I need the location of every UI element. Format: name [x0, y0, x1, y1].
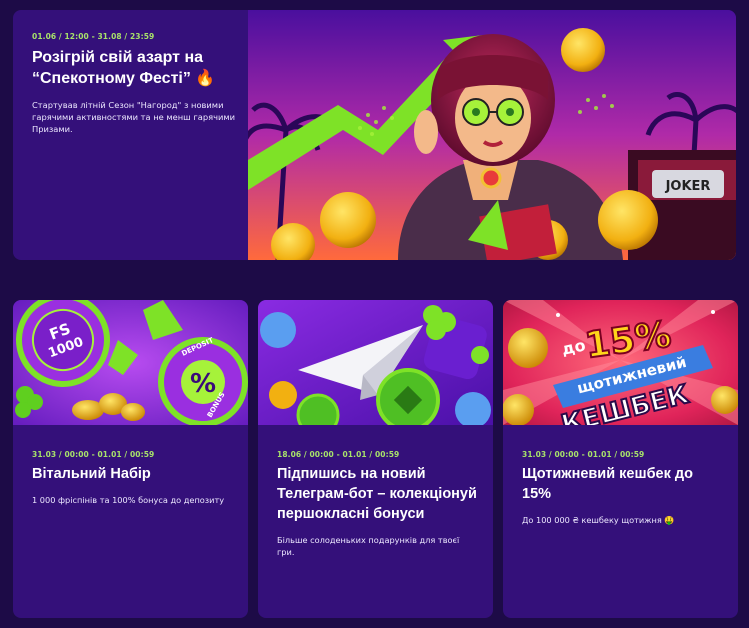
promo-card-welcome[interactable]: FS 1000 % DEPOSIT BONUS 31.03 / 00:00 - … — [13, 300, 248, 618]
promo-description: 1 000 фріспінів та 100% бонуса до депози… — [32, 495, 225, 505]
promo-image-telegram — [258, 300, 493, 425]
promo-date: 01.06 / 12:00 - 31.08 / 23:59 — [32, 32, 155, 41]
hero-text: 01.06 / 12:00 - 31.08 / 23:59 Розігрій с… — [32, 32, 242, 135]
promo-text: 31.03 / 00:00 - 01.01 / 00:59 Вітальний … — [32, 450, 234, 506]
promo-card-cashback[interactable]: до 15% щотижневий КЕШБЕК 31.03 / 00:00 -… — [503, 300, 738, 618]
promo-card-telegram[interactable]: 18.06 / 00:00 - 01.01 / 00:59 Підпишись … — [258, 300, 493, 618]
promo-date: 31.03 / 00:00 - 01.01 / 00:59 — [522, 450, 645, 459]
hero-promo-card[interactable]: 01.06 / 12:00 - 31.08 / 23:59 Розігрій с… — [13, 10, 736, 260]
promo-image-welcome: FS 1000 % DEPOSIT BONUS — [13, 300, 248, 425]
deposit-chip-symbol: % — [190, 369, 216, 399]
promo-description: До 100 000 ₴ кешбеку щотижня 🤑 — [522, 515, 675, 525]
joker-plate-text: JOKER — [665, 179, 711, 194]
promo-text: 18.06 / 00:00 - 01.01 / 00:59 Підпишись … — [277, 450, 479, 558]
promo-title[interactable]: Щотижневий кешбек до 15% — [522, 464, 724, 504]
promo-text: 31.03 / 00:00 - 01.01 / 00:59 Щотижневий… — [522, 450, 724, 526]
hero-promo-image: JOKER — [248, 10, 736, 260]
promo-image-cashback: до 15% щотижневий КЕШБЕК — [503, 300, 738, 425]
promo-title[interactable]: Розігрій свій азарт на “Спекотному Фесті… — [32, 47, 242, 89]
promo-title[interactable]: Підпишись на новий Телеграм-бот – колекц… — [277, 464, 479, 524]
promo-description: Стартував літній Сезон "Нагород" з новим… — [32, 100, 236, 134]
promo-title[interactable]: Вітальний Набір — [32, 464, 234, 484]
promo-date: 18.06 / 00:00 - 01.01 / 00:59 — [277, 450, 400, 459]
promo-description: Більше солоденьких подарунків для твоєї … — [277, 535, 460, 557]
promo-date: 31.03 / 00:00 - 01.01 / 00:59 — [32, 450, 155, 459]
